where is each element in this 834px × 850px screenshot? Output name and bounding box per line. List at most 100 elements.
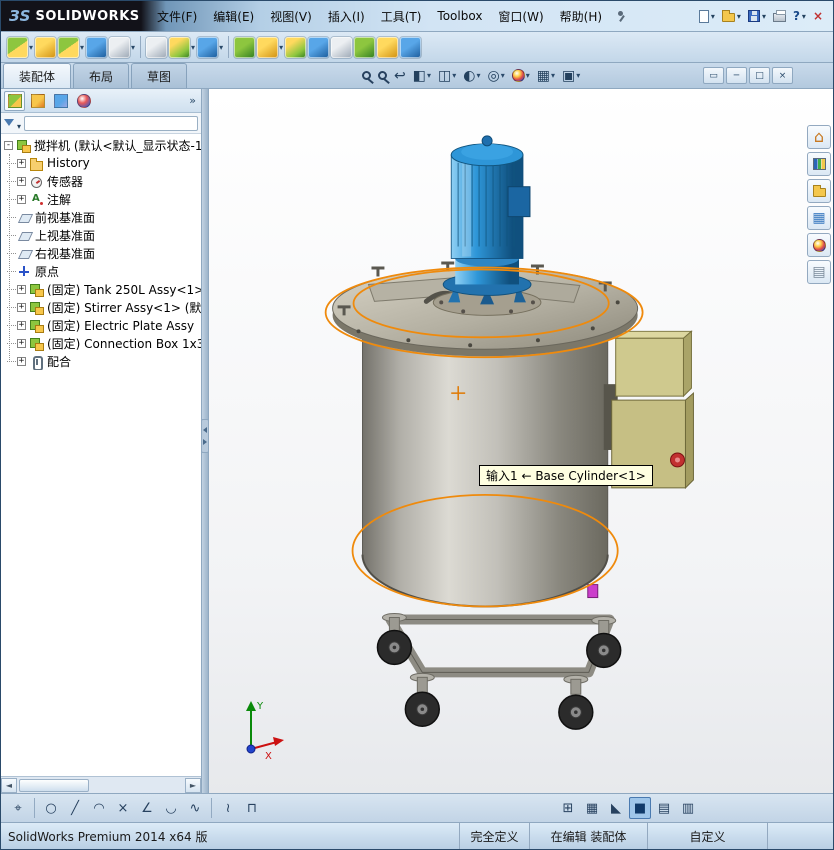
view-orientation-button[interactable]: ◫ ▾: [435, 65, 459, 86]
interference-detection-button[interactable]: [331, 36, 353, 58]
tree-filter-input[interactable]: [24, 115, 198, 131]
tree-item-origin[interactable]: 原点: [1, 262, 201, 280]
reference-geometry-button[interactable]: ▾: [197, 36, 223, 58]
tree-item-annotations[interactable]: + 注解: [1, 190, 201, 208]
tree-item-mates[interactable]: + 配合: [1, 352, 201, 370]
scrollbar-thumb[interactable]: [19, 778, 89, 792]
tree-expander[interactable]: +: [17, 284, 26, 294]
menu-window[interactable]: 窗口(W): [490, 4, 551, 29]
section-table-button[interactable]: ▤: [653, 797, 675, 819]
tree-item-front-plane[interactable]: 前视基准面: [1, 208, 201, 226]
assembly-features-button[interactable]: ▾: [169, 36, 195, 58]
zoom-area-button[interactable]: [375, 65, 390, 86]
doc-close-button[interactable]: ×: [772, 67, 793, 84]
menu-view[interactable]: 视图(V): [262, 4, 320, 29]
tree-item-sensors[interactable]: + 传感器: [1, 172, 201, 190]
zoom-fit-button[interactable]: [359, 65, 374, 86]
home-button[interactable]: ⌂: [807, 125, 831, 149]
model-magenta-fitting[interactable]: [587, 584, 599, 599]
help-button[interactable]: ?: [791, 8, 808, 24]
hide-show-items-button[interactable]: ◎ ▾: [484, 65, 507, 86]
graphics-area[interactable]: 输入1 ← Base Cylinder<1> Y X ⌂ ▦ ▤: [209, 89, 833, 793]
tree-item-connection-box[interactable]: + (固定) Connection Box 1x3: [1, 334, 201, 352]
custom-properties-button[interactable]: ▤: [807, 260, 831, 284]
menu-file[interactable]: 文件(F): [149, 4, 205, 29]
appearances-button[interactable]: [807, 233, 831, 257]
exploded-view-button[interactable]: [285, 36, 307, 58]
file-explorer-button[interactable]: [807, 179, 831, 203]
tree-expander[interactable]: +: [17, 176, 26, 186]
menu-help[interactable]: 帮助(H): [552, 4, 610, 29]
tree-expander[interactable]: +: [17, 158, 26, 168]
tree-expander[interactable]: +: [17, 194, 26, 204]
view-palette-button[interactable]: ▦: [807, 206, 831, 230]
filter-dropdown-icon[interactable]: [17, 114, 21, 133]
new-button[interactable]: [697, 8, 717, 25]
trim-button[interactable]: ≀: [217, 797, 239, 819]
save-button[interactable]: [746, 8, 768, 24]
select-button[interactable]: ⌖: [7, 797, 29, 819]
tree-item-stirrer[interactable]: + (固定) Stirrer Assy<1> (默: [1, 298, 201, 316]
tree-expander[interactable]: +: [17, 302, 26, 312]
offset-button[interactable]: ⊓: [241, 797, 263, 819]
model-caster-front-right[interactable]: [558, 674, 594, 730]
tree-item-tank-250l[interactable]: + (固定) Tank 250L Assy<1>: [1, 280, 201, 298]
tree-expander[interactable]: +: [17, 338, 26, 348]
tree-item-electric-plate[interactable]: + (固定) Electric Plate Assy: [1, 316, 201, 334]
grid-button[interactable]: ▦: [581, 797, 603, 819]
explode-line-sketch-button[interactable]: [308, 36, 330, 58]
filter-funnel-icon[interactable]: [4, 118, 14, 126]
menu-toolbox[interactable]: Toolbox: [429, 5, 490, 27]
hole-alignment-button[interactable]: [377, 36, 399, 58]
apply-scene-button[interactable]: ▦ ▾: [534, 65, 558, 86]
model-3d-view[interactable]: [209, 89, 833, 793]
tree-item-history[interactable]: + History: [1, 154, 201, 172]
new-motion-study-button[interactable]: [234, 36, 256, 58]
isometric-view-button[interactable]: ◣: [605, 797, 627, 819]
menu-edit[interactable]: 编辑(E): [205, 4, 262, 29]
doc-tile-button[interactable]: ▭: [703, 67, 724, 84]
scroll-right-button[interactable]: ►: [185, 777, 201, 793]
featuremanager-tab[interactable]: [4, 90, 25, 111]
show-hidden-components-button[interactable]: [146, 36, 168, 58]
tree-item-right-plane[interactable]: 右视基准面: [1, 244, 201, 262]
model-caster-front-left[interactable]: [404, 672, 441, 727]
smart-fasteners-button[interactable]: [86, 36, 108, 58]
tab-assembly[interactable]: 装配体: [3, 63, 72, 88]
splitter-collapse-handle[interactable]: [201, 419, 209, 453]
line-button[interactable]: ╱: [64, 797, 86, 819]
spline-button[interactable]: ∿: [184, 797, 206, 819]
assembly-visualization-button[interactable]: [400, 36, 422, 58]
tab-layout[interactable]: 布局: [73, 63, 130, 88]
previous-view-button[interactable]: ↩: [391, 65, 409, 86]
erase-button[interactable]: ×: [112, 797, 134, 819]
insert-components-button[interactable]: ▾: [7, 36, 33, 58]
propertymanager-tab[interactable]: [27, 91, 48, 111]
tree-expander[interactable]: -: [4, 140, 13, 150]
doc-maximize-button[interactable]: □: [749, 67, 770, 84]
menu-tools[interactable]: 工具(T): [373, 4, 430, 29]
displaymanager-tab[interactable]: [73, 91, 94, 111]
print-button[interactable]: [771, 8, 788, 24]
tree-expander[interactable]: +: [17, 356, 26, 366]
model-motor[interactable]: [432, 135, 542, 316]
bill-of-materials-button[interactable]: ▾: [257, 36, 283, 58]
arc-button[interactable]: ◠: [88, 797, 110, 819]
tangent-arc-button[interactable]: ◡: [160, 797, 182, 819]
tab-sketch[interactable]: 草图: [131, 63, 188, 88]
clearance-verification-button[interactable]: [354, 36, 376, 58]
close-button[interactable]: ×: [811, 8, 825, 24]
menu-pin-icon[interactable]: [616, 9, 627, 23]
doc-minimize-button[interactable]: ─: [726, 67, 747, 84]
display-style-button[interactable]: ◐ ▾: [460, 65, 483, 86]
panel-overflow-button[interactable]: »: [189, 94, 198, 107]
scrollbar-track[interactable]: [17, 778, 185, 792]
circle-button[interactable]: ○: [40, 797, 62, 819]
panel-splitter[interactable]: [201, 89, 209, 793]
edit-appearance-button[interactable]: ▾: [509, 65, 533, 86]
quick-snaps-button[interactable]: ⊞: [557, 797, 579, 819]
model-base-frame[interactable]: [385, 614, 615, 678]
view-settings-button[interactable]: ▣ ▾: [559, 65, 583, 86]
angle-line-button[interactable]: ∠: [136, 797, 158, 819]
status-customize[interactable]: 自定义: [647, 823, 767, 849]
